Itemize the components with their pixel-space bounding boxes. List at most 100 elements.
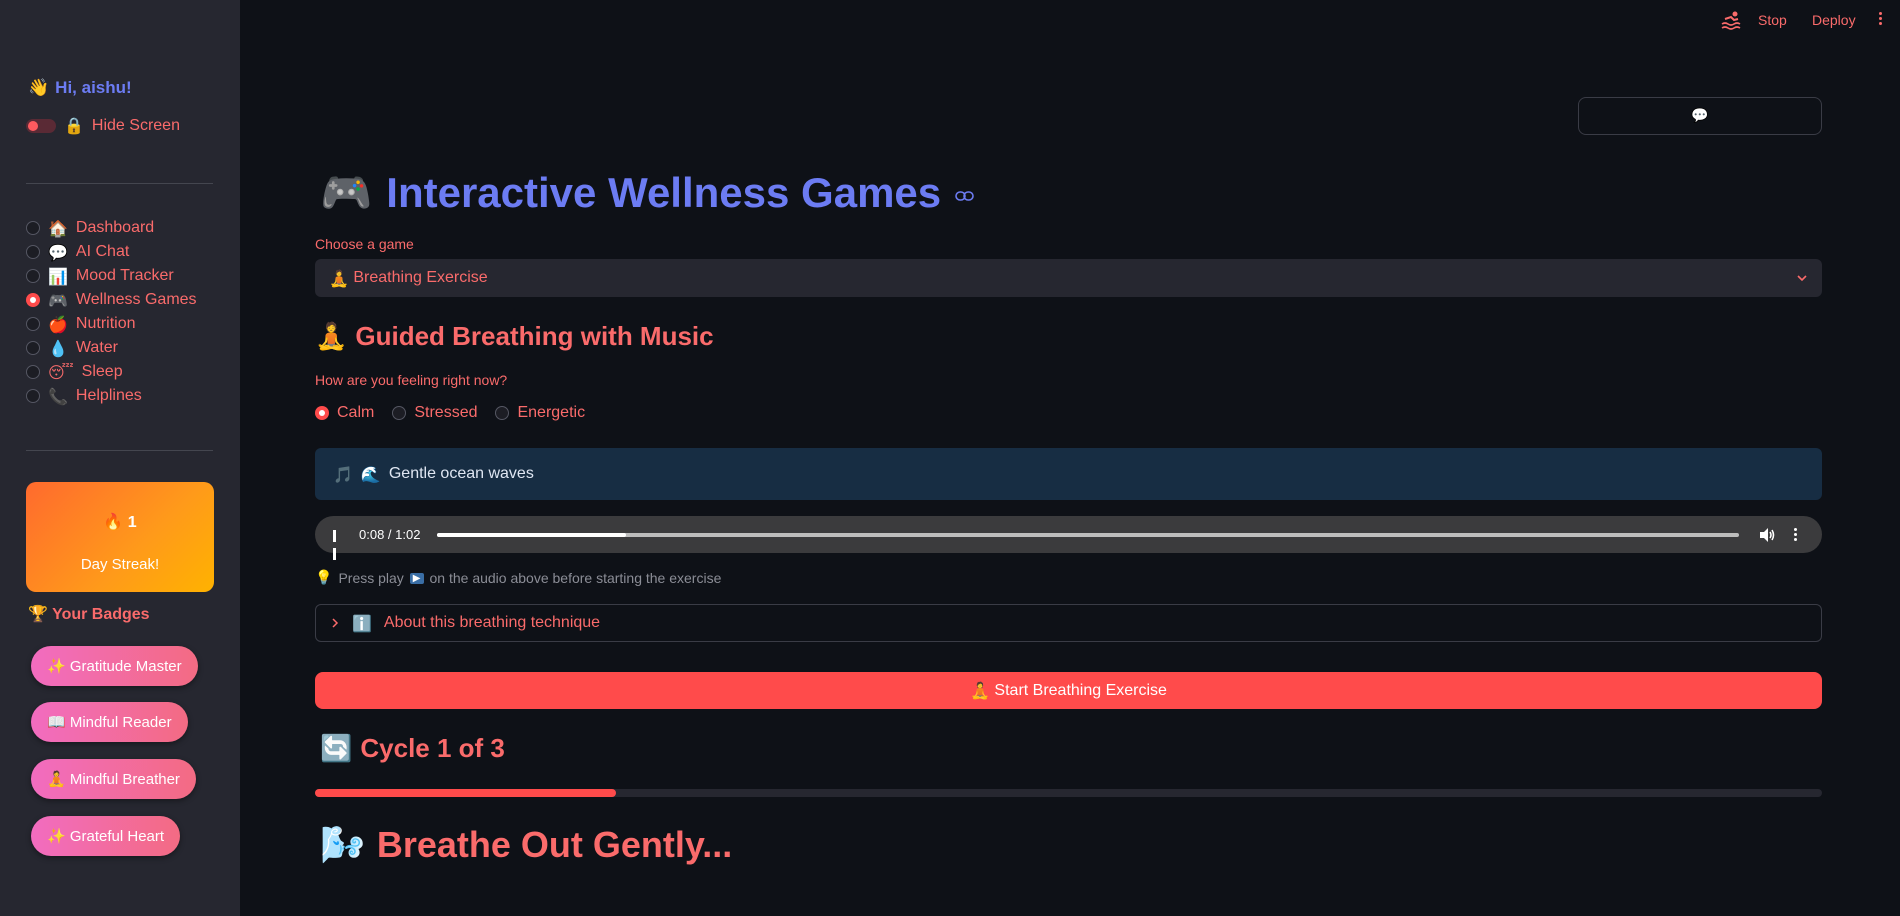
mood-option-stressed[interactable]: Stressed — [392, 404, 477, 422]
page-title-text: Interactive Wellness Games — [386, 169, 942, 216]
sidebar-item-label: Dashboard — [75, 219, 155, 236]
cycle-progress-fill — [315, 789, 617, 797]
sidebar-item-dashboard[interactable]: 🏠 Dashboard — [26, 216, 197, 240]
mood-label: Energetic — [517, 404, 586, 421]
radio-selected-icon[interactable] — [26, 293, 40, 307]
sidebar-item-label: Helplines — [75, 387, 142, 404]
divider — [26, 450, 213, 451]
lightbulb-icon: 💡 — [315, 570, 333, 586]
badge-grateful-heart: ✨ Grateful Heart — [31, 816, 181, 856]
wind-icon: 🌬️ — [320, 825, 365, 866]
sidebar-item-label: AI Chat — [75, 243, 130, 260]
stop-button[interactable]: Stop — [1758, 12, 1787, 28]
badge-label: Mindful Breather — [69, 770, 180, 788]
streak-number: 1 — [127, 514, 137, 531]
audio-player[interactable]: 0:08 / 1:02 — [315, 516, 1822, 560]
hint-text: 💡 Press play ▶ on the audio above before… — [315, 570, 721, 586]
badge-label: Mindful Reader — [69, 713, 172, 731]
page-title: 🎮 Interactive Wellness Games — [320, 168, 975, 218]
music-text: Gentle ocean waves — [388, 465, 534, 482]
radio-icon[interactable] — [26, 365, 40, 379]
sidebar: 👋 Hi, aishu! 🔒 Hide Screen 🏠 Dashboard 💬… — [0, 0, 240, 916]
pause-icon[interactable] — [333, 529, 343, 560]
badge-gratitude-master: ✨ Gratitude Master — [31, 646, 198, 686]
main-menu-icon[interactable] — [1877, 10, 1883, 30]
music-note-icon: 🎵 — [333, 464, 353, 484]
toggle-switch[interactable] — [26, 118, 56, 133]
chat-button[interactable]: 💬 — [1578, 97, 1822, 135]
badges-title: 🏆 Your Badges — [28, 604, 150, 624]
breathing-phase-text: Breathe Out Gently... — [376, 824, 733, 865]
sidebar-item-label: Water — [75, 339, 118, 356]
badges-title-text: Your Badges — [52, 606, 150, 623]
radio-icon[interactable] — [26, 221, 40, 235]
house-icon: 🏠 — [48, 218, 68, 238]
radio-icon[interactable] — [26, 245, 40, 259]
wave-icon: 👋 — [28, 78, 50, 98]
speech-bubble-icon: 💬 — [48, 242, 68, 262]
cycle-title: 🔄 Cycle 1 of 3 — [320, 733, 505, 764]
radio-icon[interactable] — [26, 269, 40, 283]
meditation-icon: 🧘 — [329, 268, 349, 288]
music-info-box: 🎵 🌊 Gentle ocean waves — [315, 448, 1822, 500]
radio-icon[interactable] — [26, 317, 40, 331]
sleeping-face-icon: 😴 — [48, 362, 74, 382]
repeat-icon: 🔄 — [320, 733, 353, 764]
droplet-icon: 💧 — [48, 338, 68, 358]
radio-icon[interactable] — [392, 406, 407, 420]
game-controller-icon: 🎮 — [48, 290, 68, 310]
hint-pre: Press play — [338, 570, 404, 586]
link-icon[interactable] — [955, 190, 975, 202]
wave-icon: 🌊 — [360, 464, 381, 484]
book-icon: 📖 — [47, 713, 66, 731]
mood-option-energetic[interactable]: Energetic — [495, 404, 585, 422]
hide-screen-toggle[interactable]: 🔒 Hide Screen — [26, 116, 180, 135]
sidebar-item-helplines[interactable]: 📞 Helplines — [26, 384, 197, 408]
streak-count: 🔥 1 — [26, 512, 214, 532]
apple-icon: 🍎 — [48, 314, 68, 334]
streak-card: 🔥 1 Day Streak! — [26, 482, 214, 592]
deploy-button[interactable]: Deploy — [1812, 12, 1856, 28]
chevron-right-icon — [332, 618, 339, 628]
audio-seek-bar[interactable] — [437, 533, 1739, 537]
trophy-icon: 🏆 — [28, 604, 48, 623]
start-breathing-button[interactable]: 🧘 Start Breathing Exercise — [315, 672, 1822, 709]
feeling-question: How are you feeling right now? — [315, 372, 508, 388]
radio-icon[interactable] — [495, 406, 510, 420]
sidebar-item-label: Nutrition — [75, 315, 136, 332]
running-status-icon — [1721, 11, 1741, 30]
badge-mindful-reader: 📖 Mindful Reader — [31, 702, 188, 742]
mood-option-calm[interactable]: Calm — [315, 404, 374, 422]
cycle-label: Cycle 1 of 3 — [360, 733, 505, 763]
start-button-label: Start Breathing Exercise — [994, 681, 1167, 699]
radio-selected-icon[interactable] — [315, 406, 329, 420]
fire-icon: 🔥 — [103, 512, 124, 531]
expander-label: About this breathing technique — [383, 614, 601, 631]
greeting: 👋 Hi, aishu! — [28, 78, 132, 98]
streak-label: Day Streak! — [80, 556, 160, 573]
meditation-icon: 🧘 — [47, 770, 66, 788]
sparkles-icon: ✨ — [47, 657, 66, 675]
about-expander[interactable]: ℹ️ About this breathing technique — [315, 604, 1822, 642]
game-select-value: Breathing Exercise — [353, 269, 488, 286]
sidebar-item-sleep[interactable]: 😴 Sleep — [26, 360, 197, 384]
radio-icon[interactable] — [26, 341, 40, 355]
sidebar-item-ai-chat[interactable]: 💬 AI Chat — [26, 240, 197, 264]
game-select[interactable]: 🧘 Breathing Exercise — [315, 259, 1822, 297]
badge-mindful-breather: 🧘 Mindful Breather — [31, 759, 196, 799]
sidebar-item-wellness-games[interactable]: 🎮 Wellness Games — [26, 288, 197, 312]
phone-icon: 📞 — [48, 386, 68, 406]
mood-label: Calm — [337, 404, 375, 421]
audio-time: 0:08 / 1:02 — [359, 527, 421, 542]
speech-bubble-icon: 💬 — [1691, 108, 1709, 124]
sidebar-item-mood-tracker[interactable]: 📊 Mood Tracker — [26, 264, 197, 288]
volume-icon[interactable] — [1758, 526, 1776, 544]
meditation-icon: 🧘 — [970, 681, 990, 700]
sidebar-item-water[interactable]: 💧 Water — [26, 336, 197, 360]
section-title-text: Guided Breathing with Music — [355, 321, 714, 351]
chart-icon: 📊 — [48, 266, 68, 286]
mood-radio-group: Calm Stressed Energetic — [315, 404, 603, 422]
audio-more-icon[interactable] — [1793, 526, 1797, 544]
radio-icon[interactable] — [26, 389, 40, 403]
sidebar-item-nutrition[interactable]: 🍎 Nutrition — [26, 312, 197, 336]
